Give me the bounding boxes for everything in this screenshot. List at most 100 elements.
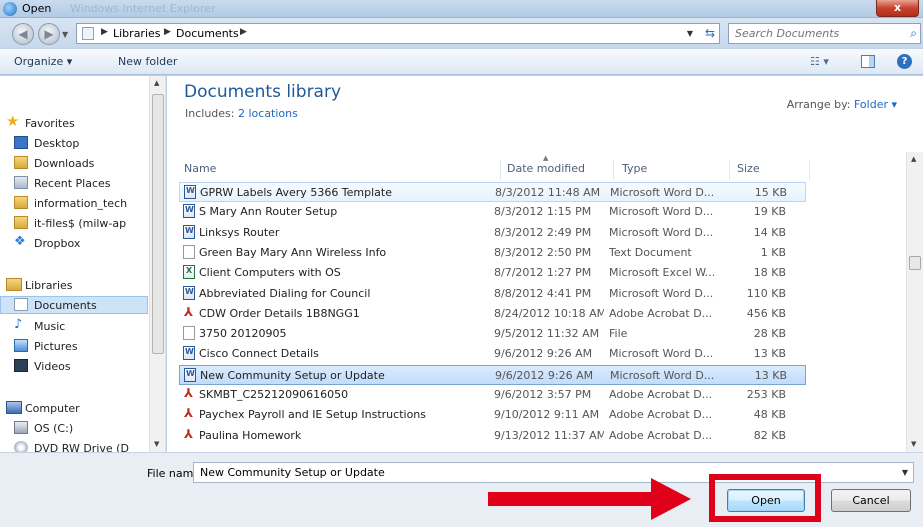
file-row[interactable]: Paychex Payroll and IE Setup Instruction…: [179, 405, 806, 425]
file-date-cell: 8/3/2012 1:15 PM: [494, 205, 592, 218]
file-row[interactable]: Green Bay Mary Ann Wireless Info 8/3/2012…: [179, 243, 806, 263]
videos-icon: [14, 359, 28, 372]
change-view-icon[interactable]: ☷ ▾: [810, 55, 829, 68]
file-type-cell: Text Document: [609, 246, 692, 259]
nav-music[interactable]: ♪ Music: [0, 317, 150, 335]
scroll-down-arrow-icon[interactable]: ▼: [911, 440, 916, 448]
nav-os-drive[interactable]: OS (C:): [0, 419, 150, 437]
file-name-cell: 3750 20120905: [199, 327, 287, 340]
file-row[interactable]: CDW Order Details 1B8NGG1 8/24/2012 10:18…: [179, 304, 806, 324]
nav-documents[interactable]: Documents: [0, 296, 148, 314]
file-row[interactable]: Linksys Router 8/3/2012 2:49 PM Microsoft …: [179, 223, 806, 243]
file-size-cell: 253 KB: [746, 388, 786, 401]
nav-dvd-drive[interactable]: DVD RW Drive (D: [0, 439, 150, 452]
breadcrumb-documents[interactable]: Documents: [176, 27, 239, 40]
nav-libraries[interactable]: Libraries: [0, 276, 150, 294]
nav-label: Libraries: [25, 279, 73, 292]
file-row[interactable]: Cisco Connect Details 9/6/2012 9:26 AM Mic…: [179, 344, 806, 364]
arrange-by-dropdown[interactable]: Folder ▾: [854, 98, 897, 111]
preview-pane-icon[interactable]: [861, 55, 875, 68]
column-header-name[interactable]: Name: [184, 162, 216, 180]
breadcrumb-separator-icon[interactable]: ▶: [101, 27, 108, 37]
scroll-thumb[interactable]: [909, 256, 921, 270]
address-bar[interactable]: ▶ Libraries ▶ Documents ▶ ▼ ⇆: [76, 23, 720, 44]
nav-label: Videos: [34, 360, 71, 373]
file-row[interactable]: 3750 20120905 9/5/2012 11:32 AM File 28 KB: [179, 324, 806, 344]
search-input[interactable]: [735, 24, 895, 43]
recent-pages-dropdown-icon[interactable]: ▼: [62, 30, 68, 39]
library-title: Documents library: [184, 82, 342, 102]
word-document-icon: [183, 346, 195, 360]
address-dropdown-icon[interactable]: ▼: [687, 29, 693, 38]
nav-favorites[interactable]: ★ Favorites: [0, 114, 150, 132]
column-header-type[interactable]: Type: [622, 162, 647, 180]
scroll-up-arrow-icon[interactable]: ▲: [154, 79, 159, 87]
nav-it-files-share[interactable]: it-files$ (milw-ap: [0, 214, 150, 232]
column-divider[interactable]: [500, 160, 501, 180]
new-folder-button[interactable]: New folder: [118, 55, 177, 68]
nav-recent-places[interactable]: Recent Places: [0, 174, 150, 192]
folder-icon: [14, 196, 28, 209]
file-size-cell: 28 KB: [753, 327, 786, 340]
nav-desktop[interactable]: Desktop: [0, 134, 150, 152]
column-header-date-modified[interactable]: Date modified: [507, 162, 585, 180]
file-row[interactable]: Client Computers with OS 8/7/2012 1:27 PM…: [179, 263, 806, 283]
column-divider[interactable]: [729, 160, 730, 180]
file-size-cell: 48 KB: [753, 408, 786, 421]
file-type-cell: Microsoft Word D...: [609, 226, 714, 239]
nav-label: Music: [34, 320, 66, 333]
organize-button[interactable]: Organize ▾: [14, 55, 72, 68]
cancel-button[interactable]: Cancel: [831, 489, 911, 512]
file-type-cell: Adobe Acrobat D...: [609, 388, 713, 401]
file-row[interactable]: New Community Setup or Update 9/6/2012 9:…: [179, 365, 806, 385]
back-button[interactable]: ◀: [12, 23, 34, 45]
file-row[interactable]: GPRW Labels Avery 5366 Template 8/3/2012 …: [179, 182, 806, 202]
scroll-thumb[interactable]: [152, 94, 164, 354]
file-type-cell: Microsoft Excel W...: [609, 266, 716, 279]
close-button[interactable]: x: [876, 0, 919, 17]
column-divider[interactable]: [613, 160, 614, 180]
file-row[interactable]: S Mary Ann Router Setup 8/3/2012 1:15 PM M…: [179, 202, 806, 222]
libraries-icon: [6, 278, 22, 291]
nav-videos[interactable]: Videos: [0, 357, 150, 375]
recent-places-icon: [14, 176, 28, 189]
file-row[interactable]: Paulina Homework 9/13/2012 11:37 AM Adobe …: [179, 426, 806, 446]
file-date-cell: 8/7/2012 1:27 PM: [494, 266, 592, 279]
nav-dropbox[interactable]: ❖ Dropbox: [0, 234, 150, 252]
file-row[interactable]: Abbreviated Dialing for Council 8/8/2012 …: [179, 284, 806, 304]
column-header-size[interactable]: Size: [737, 162, 760, 180]
nav-label: OS (C:): [34, 422, 74, 435]
file-size-cell: 13 KB: [754, 369, 787, 382]
locations-link[interactable]: 2 locations: [238, 107, 298, 120]
scroll-down-arrow-icon[interactable]: ▼: [154, 440, 159, 448]
search-box[interactable]: ⌕: [728, 23, 921, 44]
nav-information-tech[interactable]: information_tech: [0, 194, 150, 212]
file-type-cell: Microsoft Word D...: [609, 347, 714, 360]
file-name-cell: Abbreviated Dialing for Council: [199, 287, 371, 300]
forward-button[interactable]: ▶: [38, 23, 60, 45]
open-button[interactable]: Open: [727, 489, 805, 512]
nav-downloads[interactable]: Downloads: [0, 154, 150, 172]
nav-pictures[interactable]: Pictures: [0, 337, 150, 355]
column-divider[interactable]: [809, 160, 810, 180]
breadcrumb-libraries[interactable]: Libraries: [113, 27, 161, 40]
file-row[interactable]: SKMBT_C25212090616050 9/6/2012 3:57 PM Ado…: [179, 385, 806, 405]
address-row: ◀ ▶ ▼ ▶ Libraries ▶ Documents ▶ ▼ ⇆ ⌕: [0, 18, 923, 48]
search-icon[interactable]: ⌕: [910, 26, 917, 41]
file-date-cell: 9/6/2012 9:26 AM: [495, 369, 594, 382]
file-name-dropdown-icon[interactable]: ▼: [902, 468, 908, 477]
file-type-cell: Microsoft Word D...: [609, 205, 714, 218]
nav-label: information_tech: [34, 197, 128, 210]
breadcrumb-separator-icon[interactable]: ▶: [240, 27, 247, 37]
scroll-up-arrow-icon[interactable]: ▲: [911, 155, 916, 163]
nav-pane-scrollbar[interactable]: ▲ ▼: [149, 76, 165, 452]
file-name-cell: Green Bay Mary Ann Wireless Info: [199, 246, 387, 259]
nav-computer[interactable]: Computer: [0, 399, 150, 417]
refresh-icon[interactable]: ⇆: [705, 26, 715, 40]
dropbox-icon: ❖: [14, 234, 26, 249]
file-date-cell: 9/13/2012 11:37 AM: [494, 429, 604, 442]
breadcrumb-separator-icon[interactable]: ▶: [164, 27, 171, 37]
excel-workbook-icon: [183, 265, 195, 279]
help-icon[interactable]: ?: [897, 54, 912, 69]
file-list-scrollbar[interactable]: ▲ ▼: [906, 152, 923, 452]
